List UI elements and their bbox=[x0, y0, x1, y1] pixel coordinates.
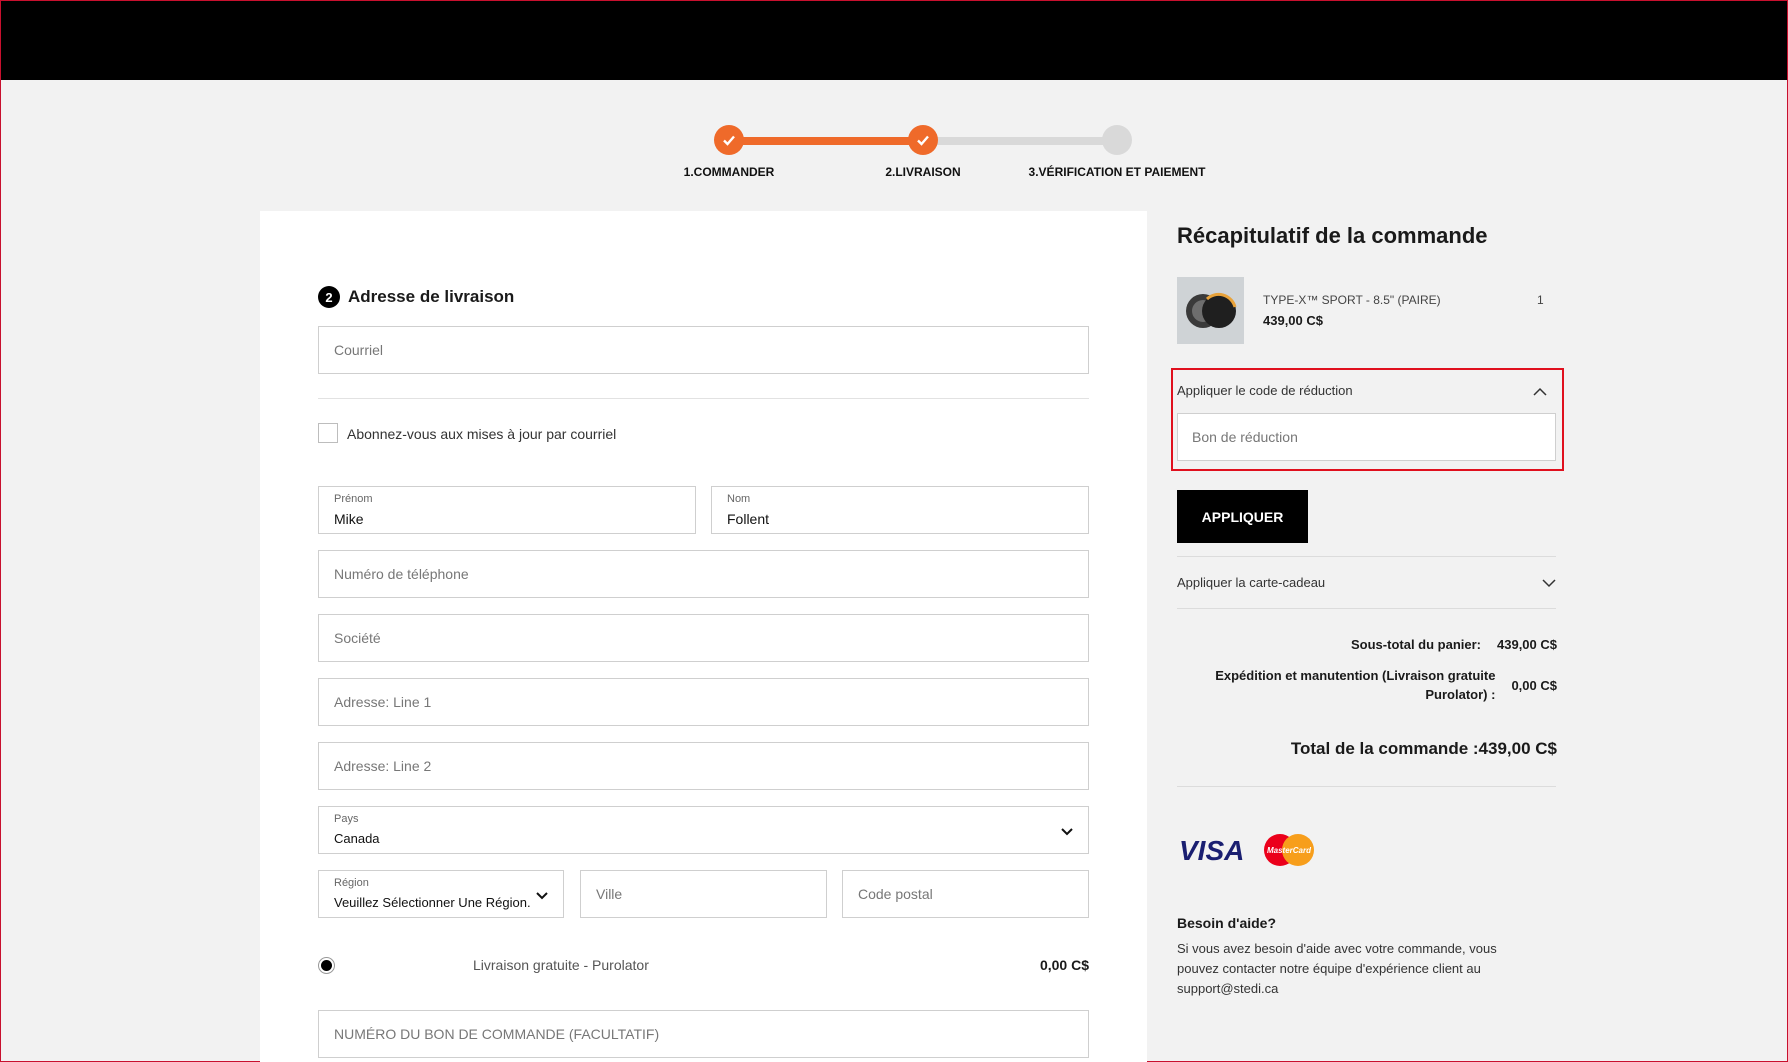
first-name-field[interactable]: Prénom Mike bbox=[318, 486, 696, 534]
product-name: TYPE-X™ SPORT - 8.5" (PAIRE) bbox=[1263, 293, 1441, 307]
section-title-text: Adresse de livraison bbox=[348, 287, 515, 306]
purchase-order-field[interactable] bbox=[318, 1010, 1089, 1058]
chevron-down-icon[interactable] bbox=[1541, 575, 1557, 591]
step-1-check-icon bbox=[714, 125, 744, 155]
order-total-label: Total de la commande : bbox=[1290, 739, 1479, 758]
payment-card-logos: VISA MasterCard bbox=[1177, 833, 1315, 867]
city-field[interactable] bbox=[580, 870, 827, 918]
step-2-check-icon bbox=[908, 125, 938, 155]
mastercard-logo-text: MasterCard bbox=[1267, 846, 1312, 855]
summary-divider bbox=[1177, 608, 1556, 609]
visa-logo-icon: VISA bbox=[1179, 835, 1244, 866]
product-quantity: 1 bbox=[1537, 293, 1544, 307]
product-thumbnail bbox=[1177, 277, 1244, 344]
summary-divider bbox=[1177, 786, 1556, 787]
address-line1-field[interactable] bbox=[318, 678, 1089, 726]
first-name-label: Prénom bbox=[334, 493, 373, 505]
shipping-value: 0,00 C$ bbox=[1511, 677, 1557, 693]
product-price: 439,00 C$ bbox=[1263, 313, 1323, 328]
purchase-order-input[interactable] bbox=[319, 1011, 1088, 1057]
company-input[interactable] bbox=[319, 615, 1088, 661]
visa-logo-text: VISA bbox=[1179, 835, 1244, 866]
discount-code-input[interactable] bbox=[1178, 414, 1555, 460]
address-line2-field[interactable] bbox=[318, 742, 1089, 790]
help-title: Besoin d'aide? bbox=[1177, 915, 1277, 931]
country-select[interactable]: Pays Canada bbox=[318, 806, 1089, 854]
city-input[interactable] bbox=[581, 871, 826, 917]
apply-discount-button[interactable]: APPLIQUER bbox=[1177, 490, 1308, 543]
section-number-badge: 2 bbox=[318, 286, 340, 308]
stepper-progress-remaining bbox=[923, 137, 1117, 145]
mastercard-logo-icon: MasterCard bbox=[1264, 834, 1314, 866]
address-line1-input[interactable] bbox=[319, 679, 1088, 725]
email-field[interactable] bbox=[318, 326, 1089, 374]
order-total: Total de la commande :439,00 C$ bbox=[1291, 739, 1557, 759]
company-field[interactable] bbox=[318, 614, 1089, 662]
shipping-form-panel: 2 Adresse de livraison Abonnez-vous aux … bbox=[260, 211, 1147, 1062]
region-value: Veuillez Sélectionner Une Région. bbox=[334, 895, 530, 910]
subtotal-row: Sous-total du panier: 439,00 C$ bbox=[1351, 637, 1557, 652]
country-value: Canada bbox=[334, 831, 380, 846]
product-image-icon bbox=[1185, 292, 1236, 328]
last-name-label: Nom bbox=[727, 493, 751, 505]
phone-input[interactable] bbox=[319, 551, 1088, 597]
country-label: Pays bbox=[334, 813, 359, 825]
form-divider bbox=[318, 398, 1089, 399]
help-text: Si vous avez besoin d'aide avec votre co… bbox=[1177, 941, 1497, 996]
shipping-label: Expédition et manutention (Livraison gra… bbox=[1215, 668, 1496, 702]
last-name-field[interactable]: Nom Follent bbox=[711, 486, 1089, 534]
shipping-option-label: Livraison gratuite - Purolator bbox=[473, 957, 649, 973]
top-header-bar bbox=[1, 1, 1787, 80]
step-3-dot bbox=[1102, 125, 1132, 155]
chevron-down-icon bbox=[536, 892, 548, 900]
discount-code-field[interactable] bbox=[1177, 413, 1556, 461]
discount-code-heading[interactable]: Appliquer le code de réduction bbox=[1177, 383, 1353, 398]
postal-code-field[interactable] bbox=[842, 870, 1089, 918]
step-1-label: 1.COMMANDER bbox=[683, 165, 775, 179]
summary-divider bbox=[1177, 556, 1556, 557]
shipping-option-radio[interactable] bbox=[318, 957, 335, 974]
chevron-up-icon[interactable] bbox=[1532, 384, 1548, 400]
chevron-down-icon bbox=[1061, 828, 1073, 836]
subscribe-checkbox[interactable] bbox=[318, 423, 338, 443]
stepper-progress-done bbox=[729, 137, 923, 145]
gift-card-heading[interactable]: Appliquer la carte-cadeau bbox=[1177, 575, 1325, 590]
phone-field[interactable] bbox=[318, 550, 1089, 598]
postal-code-input[interactable] bbox=[843, 871, 1088, 917]
region-select[interactable]: Région Veuillez Sélectionner Une Région. bbox=[318, 870, 564, 918]
subscribe-label: Abonnez-vous aux mises à jour par courri… bbox=[347, 426, 617, 442]
last-name-value[interactable]: Follent bbox=[727, 511, 769, 527]
summary-title: Récapitulatif de la commande bbox=[1177, 223, 1488, 248]
shipping-row: Expédition et manutention (Livraison gra… bbox=[1213, 666, 1557, 704]
discount-code-section: Appliquer le code de réduction bbox=[1171, 368, 1564, 471]
first-name-value[interactable]: Mike bbox=[334, 511, 364, 527]
step-2-label: 2.LIVRAISON bbox=[885, 165, 961, 179]
address-line2-input[interactable] bbox=[319, 743, 1088, 789]
checkout-stepper: 1.COMMANDER 2.LIVRAISON 3.VÉRIFICATION E… bbox=[661, 121, 1205, 191]
subtotal-label: Sous-total du panier: bbox=[1351, 637, 1481, 652]
shipping-option-price: 0,00 C$ bbox=[1039, 957, 1089, 973]
region-label: Région bbox=[334, 877, 369, 889]
subtotal-value: 439,00 C$ bbox=[1497, 637, 1557, 652]
email-input[interactable] bbox=[319, 327, 1088, 373]
step-3-label: 3.VÉRIFICATION ET PAIEMENT bbox=[1028, 165, 1206, 179]
order-total-value: 439,00 C$ bbox=[1478, 739, 1557, 758]
section-title: 2 Adresse de livraison bbox=[318, 286, 514, 308]
